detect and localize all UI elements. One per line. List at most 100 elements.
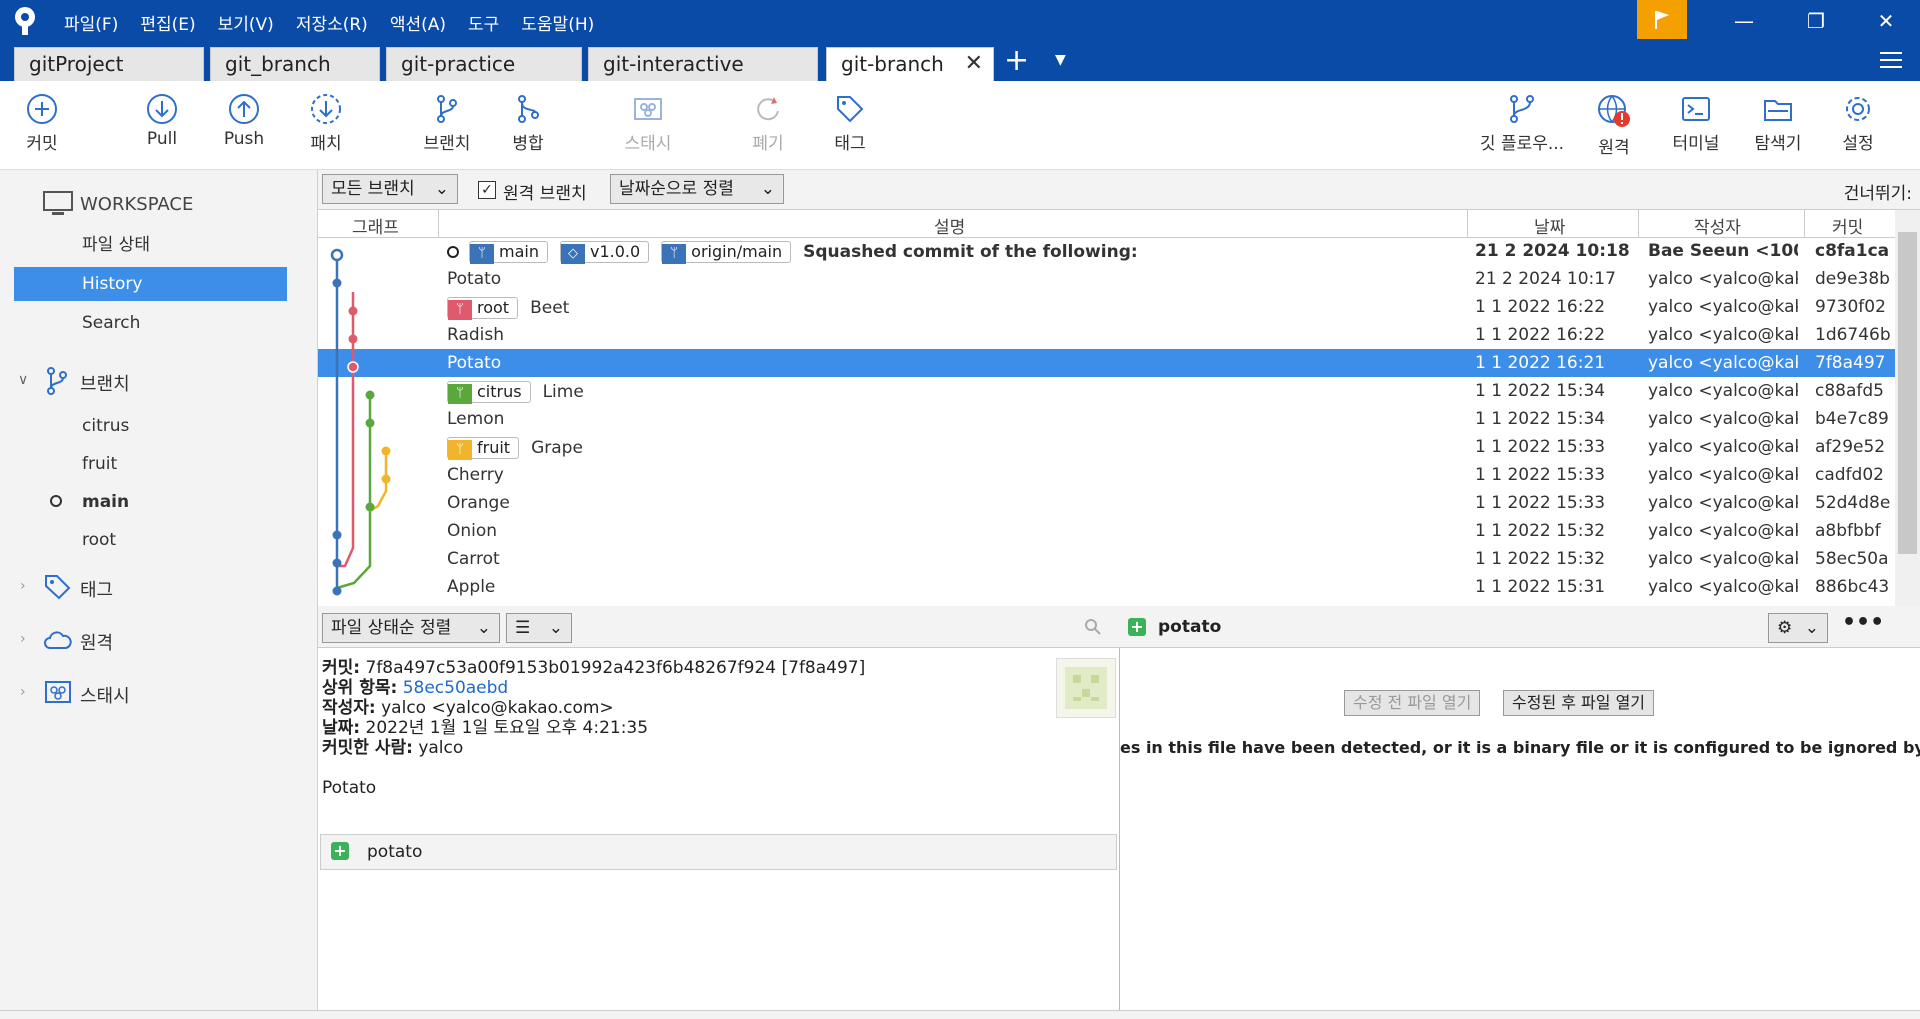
column-divider[interactable] [1638,210,1639,238]
open-after-file-button[interactable]: 수정된 후 파일 열기 [1503,690,1655,716]
remote-branches-checkbox[interactable]: ✓ [478,181,496,199]
sidebar-branch-main[interactable]: main [82,492,129,512]
menu-edit[interactable]: 편집(E) [140,10,195,35]
commit-row[interactable]: Carrot 1 1 2022 15:32 yalco <yalco@kak 58ec… [318,545,1895,573]
flag-button[interactable] [1637,0,1687,39]
ref-badge[interactable]: ᛘ main [469,241,548,264]
stash-button[interactable]: 스태시 [612,93,684,154]
commit-message: Onion [447,521,498,541]
commit-row[interactable]: Cherry 1 1 2022 15:33 yalco <yalco@kak cadf… [318,461,1895,489]
ref-badge[interactable]: ᛘ fruit [447,437,520,460]
commit-message: Lemon [447,409,505,429]
maximize-button[interactable]: ❐ [1796,6,1836,36]
sidebar-branch-root[interactable]: root [82,530,116,550]
commit-hash-label: 커밋: [322,658,361,678]
column-divider[interactable] [1804,210,1805,238]
branch-button[interactable]: 브랜치 [411,93,483,154]
ref-badge[interactable]: ᛘ origin/main [661,241,792,264]
chevron-right-icon[interactable]: › [20,631,26,647]
branches-heading: 브랜치 [80,374,130,395]
pull-button[interactable]: Pull [126,93,198,149]
sidebar-branch-citrus[interactable]: citrus [82,416,129,436]
hamburger-menu-icon[interactable] [1880,50,1902,70]
sidebar-branch-fruit[interactable]: fruit [82,454,117,474]
terminal-button[interactable]: 터미널 [1660,93,1732,154]
commit-row[interactable]: Lemon 1 1 2022 15:34 yalco <yalco@kak b4e7c… [318,405,1895,433]
menu-file[interactable]: 파일(F) [64,10,118,35]
view-mode-dropdown[interactable]: ☰ ⌄ [506,613,572,643]
scrollbar-thumb[interactable] [1898,232,1917,554]
commit-row[interactable]: Potato 21 2 2024 10:17 yalco <yalco@kak de9… [318,265,1895,293]
commit-row[interactable]: ᛘ fruit Grape 1 1 2022 15:33 yalco <yalco@ka… [318,433,1895,461]
ref-badge[interactable]: ᛘ root [447,297,519,320]
changed-file-row[interactable]: + potato [320,834,1117,870]
push-button[interactable]: Push [208,93,280,149]
merge-button[interactable]: 병합 [492,93,564,154]
close-tab-icon[interactable]: ✕ [965,48,983,80]
open-before-file-button[interactable]: 수정 전 파일 열기 [1344,690,1481,716]
patch-button[interactable]: 패치 [290,93,362,154]
column-author[interactable]: 작성자 [1694,213,1741,238]
menu-tools[interactable]: 도구 [468,10,499,35]
diff-file-name: potato [1158,617,1222,637]
file-sort-dropdown[interactable]: 파일 상태순 정렬 ⌄ [322,613,500,643]
tab-list-dropdown-icon[interactable]: ▼ [1055,52,1066,68]
branch-filter-dropdown[interactable]: 모든 브랜치 ⌄ [322,174,458,204]
commit-row[interactable]: Apple 1 1 2022 15:31 yalco <yalco@kak 886bc… [318,573,1895,601]
close-window-button[interactable]: ✕ [1866,6,1906,36]
ref-badge[interactable]: ◇ v1.0.0 [559,241,650,264]
gitflow-button[interactable]: 깃 플로우... [1472,93,1572,154]
sort-dropdown[interactable]: 날짜순으로 정렬 ⌄ [610,174,784,204]
commit-row[interactable]: ᛘ citrus Lime 1 1 2022 15:34 yalco <yalco@ka… [318,377,1895,405]
more-options-icon[interactable]: ••• [1842,610,1884,635]
settings-button[interactable]: 설정 [1822,93,1894,154]
commit-row[interactable]: ᛘ main ◇ v1.0.0 ᛘ origin/main Squashed commit … [318,238,1895,265]
chevron-right-icon[interactable]: › [20,578,26,594]
tag-button[interactable]: 태그 [814,93,886,154]
menu-view[interactable]: 보기(V) [218,10,274,35]
column-description[interactable]: 설명 [934,213,965,238]
commit-date: 1 1 2022 15:32 [1475,521,1606,541]
menu-help[interactable]: 도움말(H) [521,10,594,35]
commit-row[interactable]: Radish 1 1 2022 16:22 yalco <yalco@kak 1d67… [318,321,1895,349]
menu-repository[interactable]: 저장소(R) [296,10,368,35]
column-date[interactable]: 날짜 [1534,213,1565,238]
tab-git-interactive[interactable]: git-interactive [588,47,818,81]
commit-row[interactable]: Orange 1 1 2022 15:33 yalco <yalco@kak 52d4… [318,489,1895,517]
ref-badge[interactable]: ᛘ citrus [447,381,531,404]
commit-message: Potato [447,353,502,373]
commit-row[interactable]: ᛘ root Beet 1 1 2022 16:22 yalco <yalco@kak 9… [318,293,1895,321]
chevron-down-icon[interactable]: ∨ [18,372,28,388]
tab-gitproject[interactable]: gitProject [14,47,204,81]
parent-commit-link[interactable]: 58ec50aebd [403,678,509,698]
tags-heading[interactable]: 태그 [80,576,113,602]
commit-button[interactable]: 커밋 [6,93,78,154]
ref-badge-label: citrus [477,382,522,401]
sidebar-item-history[interactable]: History [14,267,287,301]
minimize-button[interactable]: — [1724,6,1764,36]
chevron-right-icon[interactable]: › [20,684,26,700]
remote-button[interactable]: 원격 [1578,93,1650,158]
sidebar-item-search[interactable]: Search [14,306,287,340]
search-icon[interactable] [1084,618,1102,636]
commit-row[interactable]: Potato 1 1 2022 16:21 yalco <yalco@kak 7f8a… [318,349,1895,377]
branch-icon: ᛘ [448,384,472,404]
add-tab-button[interactable]: + [1004,46,1029,76]
commit-author: yalco <yalco@kak [1648,353,1798,373]
column-graph[interactable]: 그래프 [352,213,399,238]
explorer-button[interactable]: 탐색기 [1742,93,1814,154]
tab-label: gitProject [29,52,124,76]
column-commit[interactable]: 커밋 [1832,213,1863,238]
remotes-heading[interactable]: 원격 [80,629,113,655]
tab-git-practice[interactable]: git-practice [386,47,582,81]
column-divider[interactable] [1467,210,1468,238]
tab-git-branch-underscore[interactable]: git_branch [210,47,380,81]
discard-button[interactable]: 폐기 [732,93,804,154]
sidebar-item-file-status[interactable]: 파일 상태 [14,228,287,262]
commit-row[interactable]: Onion 1 1 2022 15:32 yalco <yalco@kak a8bfb… [318,517,1895,545]
diff-options-dropdown[interactable]: ⚙ ⌄ [1768,613,1828,643]
column-divider[interactable] [438,210,439,238]
menu-actions[interactable]: 액션(A) [390,10,446,35]
stash-heading[interactable]: 스태시 [80,682,130,708]
tab-git-branch[interactable]: git-branch ✕ [826,47,994,81]
